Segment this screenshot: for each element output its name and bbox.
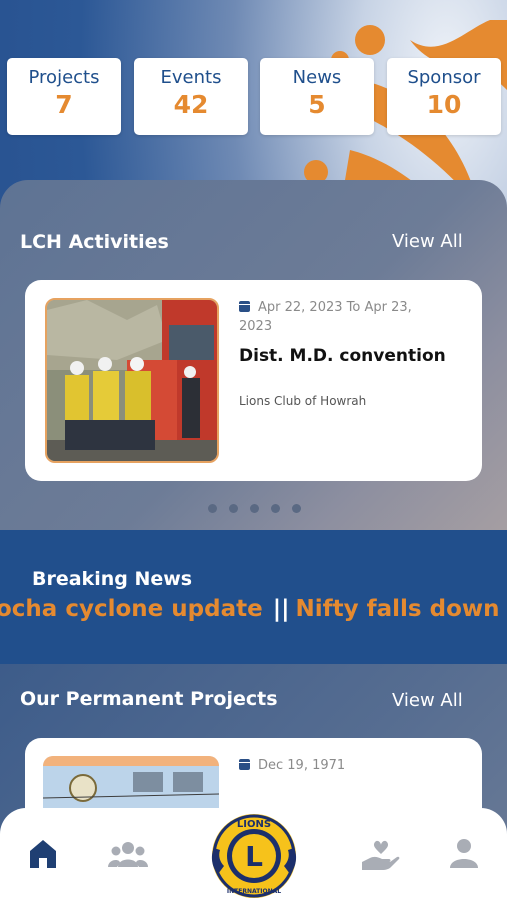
carousel-dot[interactable] [229,504,238,513]
stat-label: News [292,67,342,88]
stat-label: Events [160,67,222,88]
activity-date-line1: Apr 22, 2023 To Apr 23, [258,300,412,315]
activity-date: Apr 22, 2023 To Apr 23, 2023 [239,298,469,336]
news-ticker[interactable]: ocha cyclone update||Nifty falls down|| [0,596,507,622]
section-title: LCH Activities [20,231,169,253]
breaking-news-section: Breaking News ocha cyclone update || Nifty… [0,530,507,664]
logo-letter: L [245,840,263,873]
calendar-icon [239,759,250,770]
logo-text-bottom: INTERNATIONAL [227,888,281,895]
home-icon [30,840,56,868]
stat-card-news[interactable]: News 5 [260,58,374,135]
stat-value: 7 [55,90,73,119]
lions-logo-icon: L LIONS INTERNATIONAL [211,814,297,898]
nav-lions-logo[interactable]: L LIONS INTERNATIONAL [210,812,298,900]
nav-home[interactable] [28,838,58,874]
carousel-dot[interactable] [208,504,217,513]
members-icon [108,842,148,867]
project-image [43,756,219,816]
profile-icon [450,839,478,868]
project-date-text: Dec 19, 1971 [258,758,346,773]
carousel-dot[interactable] [292,504,301,513]
view-all-activities-link[interactable]: View All [392,231,463,252]
breaking-news-title: Breaking News [32,568,193,590]
stat-label: Projects [28,67,100,88]
ticker-item[interactable]: ocha cyclone update [0,596,263,622]
nav-profile[interactable] [449,838,479,872]
logo-text-top: LIONS [237,819,271,830]
nav-donate[interactable] [362,840,400,874]
calendar-icon [239,301,250,312]
activity-card[interactable]: Apr 22, 2023 To Apr 23, 2023 Dist. M.D. … [25,280,482,481]
donate-icon [362,840,400,870]
stat-card-events[interactable]: Events 42 [134,58,248,135]
section-title: Our Permanent Projects [20,688,278,710]
ticker-item[interactable]: Nifty falls down [296,596,500,622]
activity-title: Dist. M.D. convention [239,346,446,366]
activity-club: Lions Club of Howrah [239,394,367,408]
carousel-dot[interactable] [271,504,280,513]
ticker-separator: || [272,596,290,622]
activities-section: LCH Activities View All Apr 22, 2023 To … [0,180,507,530]
stat-label: Sponsor [407,67,481,88]
stat-value: 42 [173,90,209,119]
view-all-projects-link[interactable]: View All [392,690,463,711]
stat-card-sponsor[interactable]: Sponsor 10 [387,58,501,135]
activity-date-line2: 2023 [239,319,273,334]
stat-value: 10 [426,90,462,119]
carousel-dot[interactable] [250,504,259,513]
stat-value: 5 [308,90,326,119]
bottom-navigation: L LIONS INTERNATIONAL [0,808,507,900]
nav-members[interactable] [108,841,148,871]
activity-image [45,298,219,463]
carousel-dots [208,504,308,516]
stat-card-projects[interactable]: Projects 7 [7,58,121,135]
project-date: Dec 19, 1971 [239,756,345,775]
